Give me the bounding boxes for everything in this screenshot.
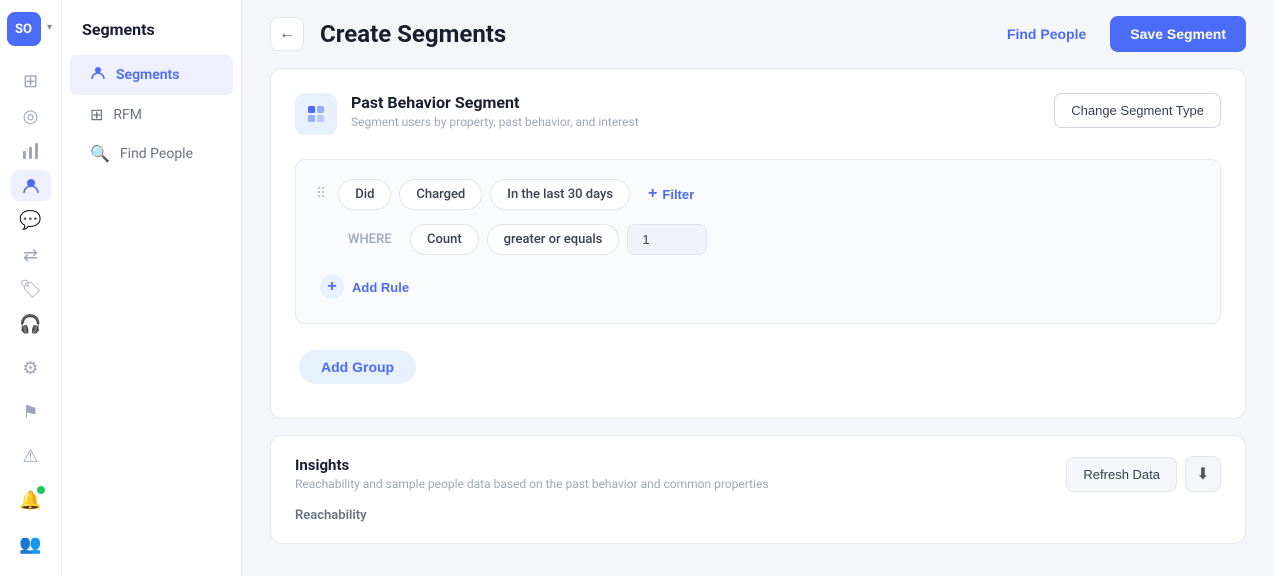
segments-icon xyxy=(90,65,106,85)
plus-icon: + xyxy=(648,185,657,203)
content-area: Past Behavior Segment Segment users by p… xyxy=(242,68,1274,572)
segment-card: Past Behavior Segment Segment users by p… xyxy=(270,68,1246,419)
sidebar-item-segments[interactable]: Segments xyxy=(70,55,233,95)
nav-icon-charts[interactable] xyxy=(11,136,51,167)
segment-type-icon xyxy=(295,93,337,135)
find-people-icon: 🔍 xyxy=(90,144,110,163)
find-people-button[interactable]: Find People xyxy=(995,18,1098,50)
segment-subtitle: Segment users by property, past behavior… xyxy=(351,115,639,129)
count-pill[interactable]: Count xyxy=(410,224,479,255)
nav-icon-dashboard[interactable]: ⊞ xyxy=(11,66,51,97)
operator-pill[interactable]: greater or equals xyxy=(487,224,620,255)
back-icon: ← xyxy=(279,25,295,43)
sidebar-item-segments-label: Segments xyxy=(116,67,179,83)
segment-info: Past Behavior Segment Segment users by p… xyxy=(351,93,639,129)
drag-handle-icon[interactable]: ⠿ xyxy=(316,186,326,202)
download-button[interactable]: ⬇ xyxy=(1185,456,1221,492)
change-segment-type-button[interactable]: Change Segment Type xyxy=(1054,93,1221,128)
segment-header-left: Past Behavior Segment Segment users by p… xyxy=(295,93,639,135)
rule-row-2: WHERE Count greater or equals xyxy=(316,224,1200,255)
nav-icon-warning[interactable]: ⚠ xyxy=(11,436,51,476)
filter-button[interactable]: + Filter xyxy=(638,178,704,210)
charged-pill[interactable]: Charged xyxy=(399,179,482,210)
value-input[interactable] xyxy=(627,224,707,255)
insights-header: Insights Reachability and sample people … xyxy=(295,456,1221,492)
insights-card: Insights Reachability and sample people … xyxy=(270,435,1246,544)
icon-sidebar: SO ▾ ⊞ ◎ 💬 ⇄ 🏷 🎧 ⚙ ⚑ ⚠ 🔔 👥 xyxy=(0,0,62,576)
add-rule-plus-icon: + xyxy=(320,275,344,299)
insights-title: Insights xyxy=(295,456,769,474)
nav-icon-support[interactable]: 🎧 xyxy=(11,309,51,340)
reachability-label: Reachability xyxy=(295,508,1221,523)
insights-subtitle: Reachability and sample people data base… xyxy=(295,477,769,491)
add-rule-button[interactable]: + Add Rule xyxy=(316,269,413,305)
back-button[interactable]: ← xyxy=(270,17,304,51)
avatar[interactable]: SO xyxy=(7,12,41,46)
nav-icon-settings[interactable]: ⚙ xyxy=(11,348,51,388)
sidebar-title: Segments xyxy=(62,20,241,55)
page-header: ← Create Segments Find People Save Segme… xyxy=(242,0,1274,68)
avatar-chevron-icon[interactable]: ▾ xyxy=(45,22,55,32)
notification-dot xyxy=(37,486,45,494)
header-actions: Find People Save Segment xyxy=(995,16,1246,52)
insights-actions: Refresh Data ⬇ xyxy=(1066,456,1221,492)
nav-icon-activity[interactable]: ◎ xyxy=(11,101,51,132)
nav-icon-tags[interactable]: 🏷 xyxy=(11,275,51,306)
where-label: WHERE xyxy=(348,232,402,247)
add-group-section: Add Group xyxy=(295,340,1221,394)
sidebar-item-rfm-label: RFM xyxy=(113,107,142,123)
main-content: ← Create Segments Find People Save Segme… xyxy=(242,0,1274,576)
nav-icon-team[interactable]: 👥 xyxy=(11,524,51,564)
time-pill[interactable]: In the last 30 days xyxy=(490,179,630,210)
nav-icon-funnel[interactable]: ⇄ xyxy=(11,240,51,271)
rule-group: ⠿ Did Charged In the last 30 days + Filt… xyxy=(295,159,1221,324)
nav-icon-messages[interactable]: 💬 xyxy=(11,205,51,236)
main-sidebar: Segments Segments ⊞ RFM 🔍 Find People xyxy=(62,0,242,576)
segment-title: Past Behavior Segment xyxy=(351,93,639,112)
save-segment-button[interactable]: Save Segment xyxy=(1110,16,1246,52)
nav-icon-flag[interactable]: ⚑ xyxy=(11,392,51,432)
segment-header: Past Behavior Segment Segment users by p… xyxy=(295,93,1221,135)
insights-info: Insights Reachability and sample people … xyxy=(295,456,769,491)
sidebar-item-rfm[interactable]: ⊞ RFM xyxy=(70,95,233,134)
did-pill[interactable]: Did xyxy=(338,179,391,210)
add-group-button[interactable]: Add Group xyxy=(299,350,416,384)
refresh-data-button[interactable]: Refresh Data xyxy=(1066,457,1177,492)
rule-row-1: ⠿ Did Charged In the last 30 days + Filt… xyxy=(316,178,1200,210)
nav-icon-notifications[interactable]: 🔔 xyxy=(11,480,51,520)
rfm-icon: ⊞ xyxy=(90,105,103,124)
page-title: Create Segments xyxy=(320,20,979,48)
nav-icon-users[interactable] xyxy=(11,170,51,201)
sidebar-item-find-people-label: Find People xyxy=(120,146,193,162)
sidebar-item-find-people[interactable]: 🔍 Find People xyxy=(70,134,233,173)
download-icon: ⬇ xyxy=(1196,464,1209,484)
